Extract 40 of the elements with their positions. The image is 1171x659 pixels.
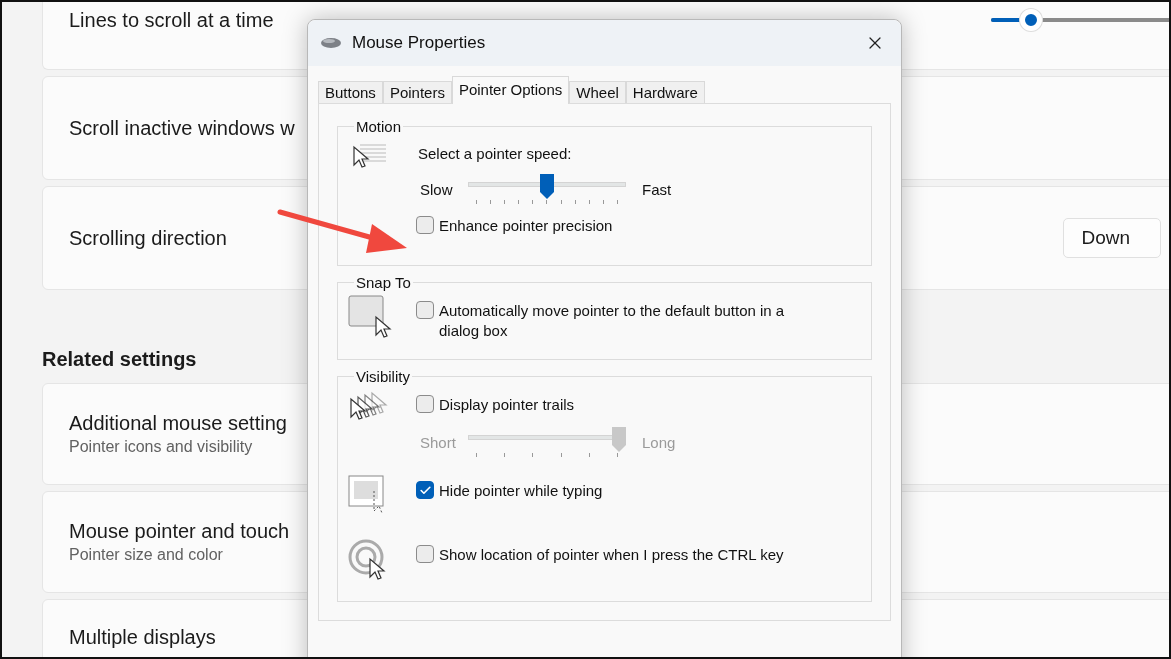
tab[interactable]: Buttons	[318, 81, 383, 103]
checkbox-label: Display pointer trails	[439, 395, 575, 415]
setting-title: Additional mouse setting	[69, 412, 287, 435]
slider-track[interactable]	[468, 174, 626, 204]
slider-thumb[interactable]	[1020, 9, 1042, 31]
checkbox[interactable]	[416, 545, 434, 563]
group-title: Motion	[355, 118, 403, 135]
setting-title: Multiple displays	[69, 626, 216, 649]
slider-max-label: Fast	[641, 180, 672, 198]
slider-track[interactable]	[991, 9, 1169, 31]
checkbox-label: Show location of pointer when I press the CTRL key	[439, 545, 784, 565]
group-title: Snap To	[355, 274, 412, 291]
checkbox-label: Enhance pointer precision	[439, 216, 613, 236]
window-title: Mouse Properties	[352, 33, 487, 53]
checkbox[interactable]	[416, 395, 434, 413]
slider-thumb[interactable]	[540, 174, 554, 200]
group-title: Visibility	[355, 368, 411, 385]
setting-title: Mouse pointer and touch	[69, 520, 290, 543]
slider-max-label: Long	[641, 433, 676, 451]
speed-label: Select a pointer speed:	[417, 145, 573, 162]
mouse-icon	[320, 37, 342, 49]
setting-title: Lines to scroll at a time	[69, 10, 274, 30]
checkbox[interactable]	[416, 216, 434, 234]
tab[interactable]: Pointer Options	[451, 76, 570, 104]
setting-subtitle: Pointer size and color	[69, 546, 224, 564]
section-heading: Related settings	[42, 348, 197, 371]
setting-title: Scrolling direction	[69, 226, 227, 250]
slider-min-label: Slow	[419, 180, 454, 198]
setting-subtitle: Pointer icons and visibility	[69, 438, 254, 456]
setting-title: Scroll inactive windows w	[69, 116, 295, 140]
checkbox-label: Hide pointer while typing	[439, 481, 603, 501]
checkbox-label: Automatically move pointer to the default button in a dialog box	[439, 301, 786, 341]
slider-min-label: Short	[419, 433, 457, 451]
tab[interactable]: Pointers	[382, 81, 452, 103]
dropdown[interactable]: Down	[1063, 218, 1161, 258]
checkbox[interactable]	[416, 481, 434, 499]
tab[interactable]: Wheel	[569, 81, 626, 103]
check-icon	[418, 483, 432, 497]
checkbox[interactable]	[416, 301, 434, 319]
tab[interactable]: Hardware	[625, 81, 705, 103]
